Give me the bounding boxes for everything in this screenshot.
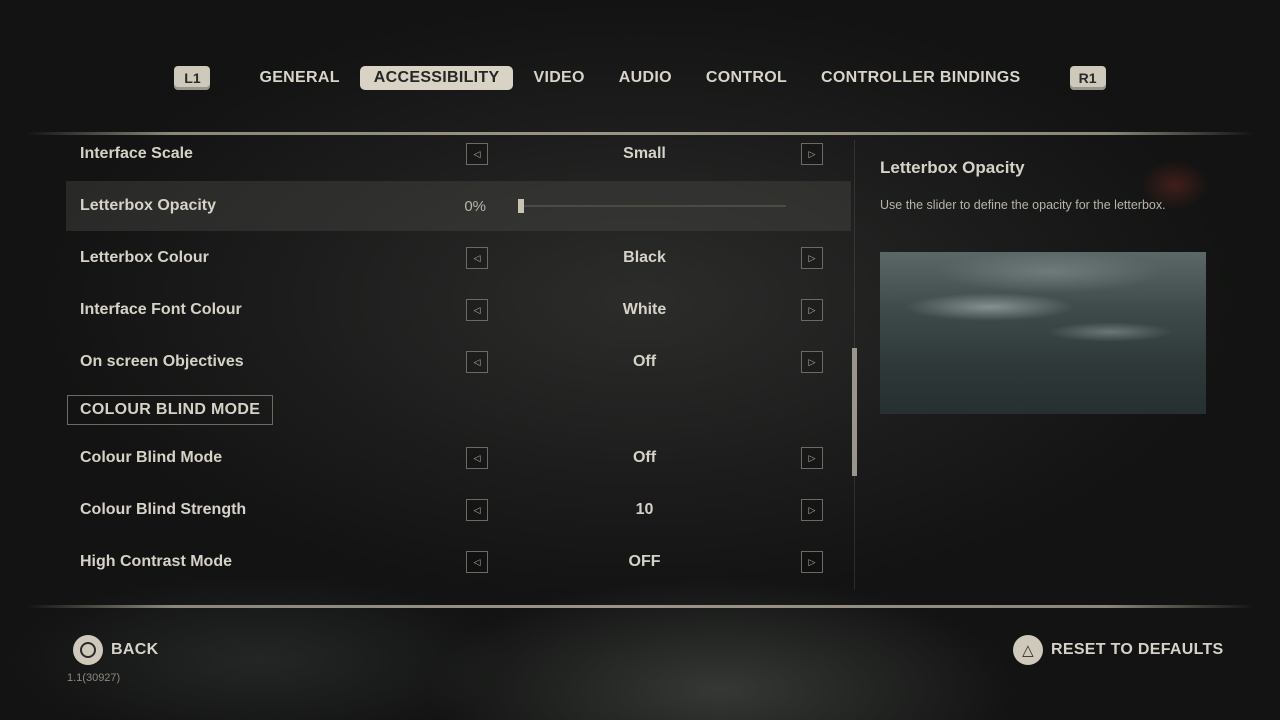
setting-label: Colour Blind Mode [80,449,223,466]
setting-label: Colour Blind Strength [80,501,247,518]
setting-value: OFF [628,553,661,570]
arrow-left-icon[interactable]: ◁ [466,499,488,521]
tab-general[interactable]: GENERAL [245,66,353,90]
tab-video[interactable]: VIDEO [519,66,598,90]
scrollbar-thumb[interactable] [852,348,857,476]
setting-value: Off [632,449,657,466]
slider-value: 0% [464,197,486,215]
r1-bumper-button[interactable]: R1 [1069,66,1106,90]
setting-row-letterbox-opacity[interactable]: Letterbox Opacity 0% [66,181,851,231]
tab-controller-bindings[interactable]: CONTROLLER BINDINGS [807,66,1034,90]
triangle-button-icon: △ [1013,635,1043,665]
back-label: BACK [111,641,159,658]
tab-control[interactable]: CONTROL [692,66,801,90]
slider-track[interactable] [518,205,786,207]
setting-label: High Contrast Mode [80,553,232,570]
setting-label: On screen Objectives [80,353,244,370]
setting-value: Small [623,145,666,162]
arrow-right-icon[interactable]: ▷ [801,551,823,573]
tab-audio[interactable]: AUDIO [605,66,686,90]
slider-handle[interactable] [518,199,524,213]
setting-row-letterbox-colour[interactable]: Letterbox Colour ◁ Black ▷ [66,233,851,283]
arrow-left-icon[interactable]: ◁ [466,143,488,165]
settings-list[interactable]: Interface Scale ◁ Small ▷ Letterbox Opac… [66,138,851,590]
arrow-left-icon[interactable]: ◁ [466,247,488,269]
l1-bumper-button[interactable]: L1 [174,66,211,90]
setting-label: Interface Font Colour [80,301,242,318]
setting-value: White [622,301,667,318]
arrow-right-icon[interactable]: ▷ [801,299,823,321]
setting-row-colour-blind-strength[interactable]: Colour Blind Strength ◁ 10 ▷ [66,485,851,535]
arrow-right-icon[interactable]: ▷ [801,447,823,469]
arrow-left-icon[interactable]: ◁ [466,351,488,373]
preview-image [880,252,1206,414]
setting-value: Off [632,353,657,370]
setting-label: Letterbox Colour [80,249,209,266]
version-label: 1.1(30927) [67,672,121,684]
detail-description: Use the slider to define the opacity for… [880,198,1166,212]
tab-accessibility[interactable]: ACCESSIBILITY [359,66,514,90]
tab-bar: L1 GENERAL ACCESSIBILITY VIDEO AUDIO CON… [0,58,1280,98]
arrow-right-icon[interactable]: ▷ [801,143,823,165]
detail-title: Letterbox Opacity [880,158,1025,177]
reset-to-defaults-button[interactable]: △ RESET TO DEFAULTS [1013,635,1224,665]
reset-label: RESET TO DEFAULTS [1051,641,1224,658]
arrow-right-icon[interactable]: ▷ [801,499,823,521]
setting-row-colour-blind-mode[interactable]: Colour Blind Mode ◁ Off ▷ [66,433,851,483]
arrow-left-icon[interactable]: ◁ [466,551,488,573]
setting-value: Black [623,249,666,266]
setting-row-interface-scale[interactable]: Interface Scale ◁ Small ▷ [66,138,851,179]
top-divider [25,132,1255,135]
setting-row-on-screen-objectives[interactable]: On screen Objectives ◁ Off ▷ [66,337,851,387]
setting-label: Interface Scale [80,145,193,162]
arrow-left-icon[interactable]: ◁ [466,447,488,469]
back-button[interactable]: BACK [73,635,158,665]
arrow-right-icon[interactable]: ▷ [801,351,823,373]
setting-value: 10 [635,501,654,518]
setting-label: Letterbox Opacity [80,197,217,214]
setting-row-high-contrast-mode[interactable]: High Contrast Mode ◁ OFF ▷ [66,537,851,587]
arrow-right-icon[interactable]: ▷ [801,247,823,269]
bottom-divider [25,605,1255,608]
arrow-left-icon[interactable]: ◁ [466,299,488,321]
section-header-colour-blind: COLOUR BLIND MODE [67,395,274,425]
setting-row-interface-font-colour[interactable]: Interface Font Colour ◁ White ▷ [66,285,851,335]
circle-button-icon [73,635,103,665]
